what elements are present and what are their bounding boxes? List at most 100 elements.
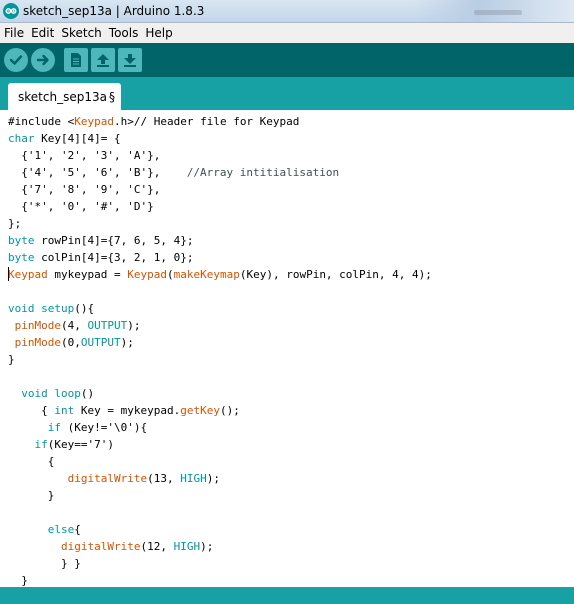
arrow-down-icon bbox=[124, 54, 136, 67]
menu-tools[interactable]: Tools bbox=[109, 26, 139, 40]
code-token: digitalWrite bbox=[67, 472, 148, 485]
code-line[interactable]: {'4', '5', '6', 'B'}, //Array intitialis… bbox=[8, 164, 432, 181]
code-editor[interactable]: #include <Keypad.h>// Header file for Ke… bbox=[0, 110, 574, 587]
code-line[interactable]: {'1', '2', '3', 'A'}, bbox=[8, 147, 432, 164]
code-token: void bbox=[8, 302, 35, 315]
code-token: Key = mykeypad. bbox=[74, 404, 181, 417]
code-line[interactable]: #include <Keypad.h>// Header file for Ke… bbox=[8, 113, 432, 130]
code-text[interactable]: #include <Keypad.h>// Header file for Ke… bbox=[8, 113, 432, 587]
tab-sketch[interactable]: sketch_sep13a § bbox=[8, 83, 121, 110]
code-token: if bbox=[47, 421, 61, 434]
code-line[interactable]: digitalWrite(13, HIGH); bbox=[8, 470, 432, 487]
toolbar bbox=[0, 43, 574, 77]
document-icon bbox=[71, 53, 81, 67]
code-line[interactable]: digitalWrite(12, HIGH); bbox=[8, 538, 432, 555]
code-token: { bbox=[8, 455, 55, 468]
code-line[interactable]: }; bbox=[8, 215, 432, 232]
code-token: loop bbox=[54, 387, 81, 400]
code-token: }; bbox=[8, 217, 22, 230]
code-token: (){ bbox=[74, 302, 95, 315]
code-token: colPin[4]={3, 2, 1, 0}; bbox=[34, 251, 194, 264]
code-token: ); bbox=[200, 540, 214, 553]
code-token: makeKeymap bbox=[173, 268, 240, 281]
code-token: {'*', '0', '#', 'D'} bbox=[8, 200, 154, 213]
code-token: (12, bbox=[140, 540, 174, 553]
menu-edit[interactable]: Edit bbox=[31, 26, 54, 40]
code-token: {'7', '8', '9', 'C'}, bbox=[8, 183, 161, 196]
arduino-logo-icon bbox=[3, 3, 19, 19]
code-line[interactable]: byte colPin[4]={3, 2, 1, 0}; bbox=[8, 249, 432, 266]
code-token: pinMode bbox=[14, 319, 61, 332]
code-line[interactable] bbox=[8, 368, 432, 385]
arrow-up-icon bbox=[97, 54, 109, 67]
code-token: } bbox=[8, 353, 15, 366]
code-token: HIGH bbox=[180, 472, 207, 485]
code-line[interactable]: } bbox=[8, 487, 432, 504]
code-token: ); bbox=[120, 336, 134, 349]
code-line[interactable]: if(Key=='7') bbox=[8, 436, 432, 453]
code-line[interactable] bbox=[8, 504, 432, 521]
menu-sketch[interactable]: Sketch bbox=[61, 26, 101, 40]
code-token: #include < bbox=[8, 115, 75, 128]
tab-strip: sketch_sep13a § bbox=[0, 77, 574, 110]
code-token: (Key=='7') bbox=[47, 438, 114, 451]
code-token: if bbox=[34, 438, 48, 451]
code-token: { bbox=[74, 523, 81, 536]
new-button[interactable] bbox=[64, 48, 88, 72]
code-token: digitalWrite bbox=[60, 540, 141, 553]
code-token: { bbox=[8, 404, 55, 417]
code-token: ); bbox=[127, 319, 141, 332]
code-line[interactable]: {'*', '0', '#', 'D'} bbox=[8, 198, 432, 215]
code-line[interactable] bbox=[8, 283, 432, 300]
text-caret bbox=[8, 267, 9, 281]
code-token: } bbox=[8, 489, 55, 502]
code-token: Keypad bbox=[74, 115, 114, 128]
verify-button[interactable] bbox=[4, 48, 28, 72]
code-token: Keypad bbox=[127, 268, 167, 281]
title-bar-controls bbox=[414, 0, 574, 22]
code-token: .h>// Header file for Keypad bbox=[113, 115, 300, 128]
code-token: Keypad bbox=[8, 268, 48, 281]
code-line[interactable]: } bbox=[8, 572, 432, 587]
code-line[interactable]: { int Key = mykeypad.getKey(); bbox=[8, 402, 432, 419]
code-token: (Key!='\0'){ bbox=[61, 421, 148, 434]
code-line[interactable]: Keypad mykeypad = Keypad(makeKeymap(Key)… bbox=[8, 266, 432, 283]
code-token: //Array intitialisation bbox=[186, 166, 340, 179]
code-token: void bbox=[21, 387, 48, 400]
code-line[interactable]: if (Key!='\0'){ bbox=[8, 419, 432, 436]
code-token: (); bbox=[219, 404, 240, 417]
code-line[interactable]: else{ bbox=[8, 521, 432, 538]
code-token: HIGH bbox=[173, 540, 201, 553]
code-line[interactable]: byte rowPin[4]={7, 6, 5, 4}; bbox=[8, 232, 432, 249]
code-token: Key[4][4]= { bbox=[34, 132, 121, 145]
open-button[interactable] bbox=[91, 48, 115, 72]
code-line[interactable]: {'7', '8', '9', 'C'}, bbox=[8, 181, 432, 198]
code-line[interactable]: void loop() bbox=[8, 385, 432, 402]
code-token: int bbox=[54, 404, 75, 417]
code-token: (0, bbox=[60, 336, 81, 349]
code-token: getKey bbox=[180, 404, 220, 417]
title-bar: sketch_sep13a | Arduino 1.8.3 bbox=[0, 0, 574, 23]
code-line[interactable]: } } bbox=[8, 555, 432, 572]
code-line[interactable]: pinMode(0,OUTPUT); bbox=[8, 334, 432, 351]
menu-file[interactable]: File bbox=[4, 26, 24, 40]
code-token: {'4', '5', '6', 'B'}, bbox=[8, 166, 187, 179]
code-line[interactable]: } bbox=[8, 351, 432, 368]
save-button[interactable] bbox=[118, 48, 142, 72]
tab-label: sketch_sep13a bbox=[18, 89, 107, 104]
code-token: mykeypad = bbox=[47, 268, 128, 281]
code-line[interactable]: { bbox=[8, 453, 432, 470]
menu-help[interactable]: Help bbox=[145, 26, 172, 40]
code-line[interactable]: pinMode(4, OUTPUT); bbox=[8, 317, 432, 334]
tab-menu-marker[interactable]: § bbox=[109, 90, 115, 104]
checkmark-icon bbox=[9, 55, 23, 65]
code-token: byte bbox=[8, 251, 35, 264]
code-line[interactable]: char Key[4][4]= { bbox=[8, 130, 432, 147]
code-line[interactable]: void setup(){ bbox=[8, 300, 432, 317]
upload-button[interactable] bbox=[31, 48, 55, 72]
